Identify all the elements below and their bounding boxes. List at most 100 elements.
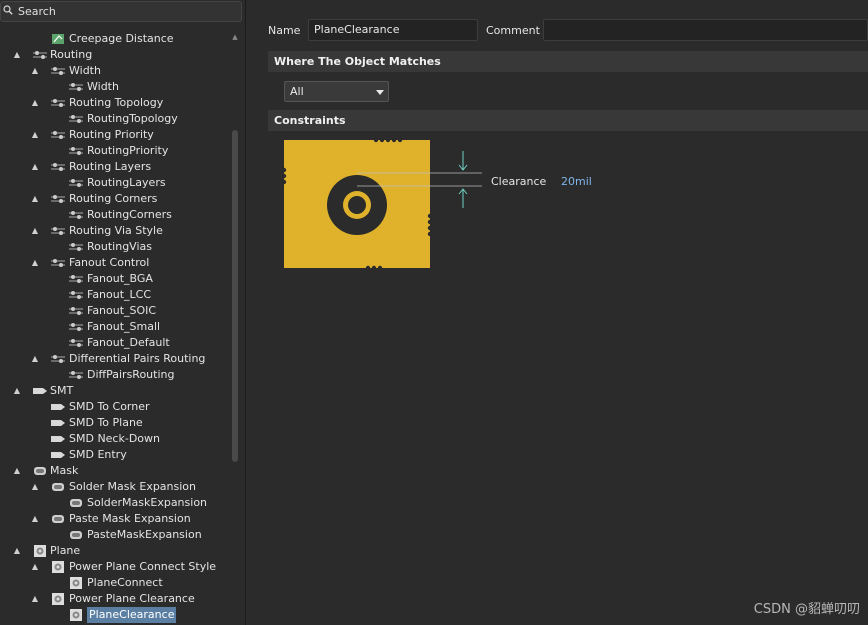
tree-item[interactable]: ▲ Routing Via Style [0,223,230,239]
collapse-toggle-icon[interactable]: ▲ [30,351,40,367]
tree-item[interactable]: ▲ Routing [0,47,230,63]
tree-item-label: Routing Layers [69,160,152,173]
tree-item[interactable]: RoutingLayers [0,175,230,191]
plane-icon [68,577,84,589]
routing-icon [50,161,66,173]
tree-item-label: Fanout_Small [87,320,161,333]
tree-item-label: Routing Corners [69,192,158,205]
match-scope-dropdown[interactable]: All [284,81,389,102]
tree-item[interactable]: Fanout_BGA [0,271,230,287]
mask-icon [32,465,48,477]
tree-item[interactable]: ▲ Fanout Control [0,255,230,271]
collapse-toggle-icon[interactable]: ▲ [30,223,40,239]
tree-item-label: RoutingTopology [87,112,178,125]
mask-icon [68,497,84,509]
tree-item[interactable]: ▲ Solder Mask Expansion [0,479,230,495]
tree-item[interactable]: PlaneClearance [0,607,230,623]
tree-item-label: Fanout_SOIC [87,304,157,317]
collapse-toggle-icon[interactable]: ▲ [30,191,40,207]
routing-icon [68,241,84,253]
tree-item[interactable]: ▲ Power Plane Connect Style [0,559,230,575]
collapse-toggle-icon[interactable]: ▲ [12,543,22,559]
tree-item[interactable]: SolderMaskExpansion [0,495,230,511]
comment-field[interactable] [543,19,868,41]
routing-icon [68,337,84,349]
collapse-toggle-icon[interactable]: ▲ [30,255,40,271]
tree-item-label: RoutingCorners [87,208,172,221]
tree-item-label: Solder Mask Expansion [69,480,197,493]
tree-item[interactable]: ▲ Routing Corners [0,191,230,207]
routing-icon [50,353,66,365]
via-pad [327,175,387,235]
collapse-toggle-icon[interactable]: ▲ [30,95,40,111]
tree-item-label: SolderMaskExpansion [87,496,208,509]
mask-icon [68,529,84,541]
smt-icon [32,385,48,397]
tree-item[interactable]: Creepage Distance [0,31,230,47]
collapse-toggle-icon[interactable]: ▲ [30,159,40,175]
collapse-toggle-icon[interactable]: ▲ [30,63,40,79]
scroll-up-arrow[interactable]: ▲ [230,33,240,41]
routing-icon [68,113,84,125]
tree-item[interactable]: DiffPairsRouting [0,367,230,383]
tree-item[interactable]: Width [0,79,230,95]
collapse-toggle-icon[interactable]: ▲ [30,591,40,607]
tree-item-label: RoutingVias [87,240,152,253]
tree-item[interactable]: ▲ Differential Pairs Routing [0,351,230,367]
tree-item[interactable]: RoutingTopology [0,111,230,127]
search-input[interactable]: Search [0,1,242,22]
tree-item[interactable]: RoutingCorners [0,207,230,223]
tree-item[interactable]: ▲ Routing Layers [0,159,230,175]
collapse-toggle-icon[interactable]: ▲ [30,127,40,143]
tree-item[interactable]: PasteMaskExpansion [0,527,230,543]
tree-item[interactable]: Fanout_LCC [0,287,230,303]
clearance-label: Clearance [491,175,547,188]
routing-icon [32,49,48,61]
tree-item-label: SMD Entry [69,448,127,461]
routing-icon [68,273,84,285]
tree-item[interactable]: Fanout_SOIC [0,303,230,319]
search-placeholder: Search [18,5,56,18]
tree-item[interactable]: ▲ Routing Topology [0,95,230,111]
tree-item[interactable]: SMD Neck-Down [0,431,230,447]
smt-icon [50,433,66,445]
name-field[interactable]: PlaneClearance [308,19,478,41]
tree-item[interactable]: RoutingVias [0,239,230,255]
tree-item[interactable]: ▲ Power Plane Clearance [0,591,230,607]
tree-item[interactable]: SMD To Plane [0,415,230,431]
tree-item[interactable]: ▲ Plane [0,543,230,559]
tree-item[interactable]: PlaneConnect [0,575,230,591]
collapse-toggle-icon[interactable]: ▲ [30,479,40,495]
tree-item-label: RoutingPriority [87,144,169,157]
tree-item[interactable]: Fanout_Default [0,335,230,351]
collapse-toggle-icon[interactable]: ▲ [30,559,40,575]
scrollbar-thumb[interactable] [232,130,238,462]
collapse-toggle-icon[interactable]: ▲ [12,383,22,399]
tree-item-label: SMD To Plane [69,416,143,429]
collapse-toggle-icon[interactable]: ▲ [30,511,40,527]
plane-clearance-diagram [282,138,482,270]
tree-item[interactable]: SMD To Corner [0,399,230,415]
tree-item-label: Fanout_LCC [87,288,152,301]
collapse-toggle-icon[interactable]: ▲ [12,47,22,63]
plane-icon [32,545,48,557]
where-object-matches-header: Where The Object Matches [268,51,868,72]
tree-item[interactable]: ▲ SMT [0,383,230,399]
smt-icon [50,401,66,413]
tree-item[interactable]: Fanout_Small [0,319,230,335]
tree-item-label: PlaneClearance [87,607,177,623]
plane-icon [50,561,66,573]
tree-item[interactable]: ▲ Routing Priority [0,127,230,143]
tree-item[interactable]: ▲ Paste Mask Expansion [0,511,230,527]
tree-item[interactable]: ▲ Width [0,63,230,79]
collapse-toggle-icon[interactable]: ▲ [12,463,22,479]
tree-item[interactable]: SMD Entry [0,447,230,463]
clearance-value[interactable]: 20mil [561,175,592,188]
rule-tree: Creepage Distance ▲ Routing ▲ Width Width ▲ Rou… [0,23,230,625]
tree-item-label: Width [69,64,101,77]
tree-item[interactable]: ▲ Mask [0,463,230,479]
rule-editor-panel: Name PlaneClearance Comment Where The Ob… [252,0,868,625]
smt-icon [50,449,66,461]
routing-icon [50,97,66,109]
tree-item[interactable]: RoutingPriority [0,143,230,159]
